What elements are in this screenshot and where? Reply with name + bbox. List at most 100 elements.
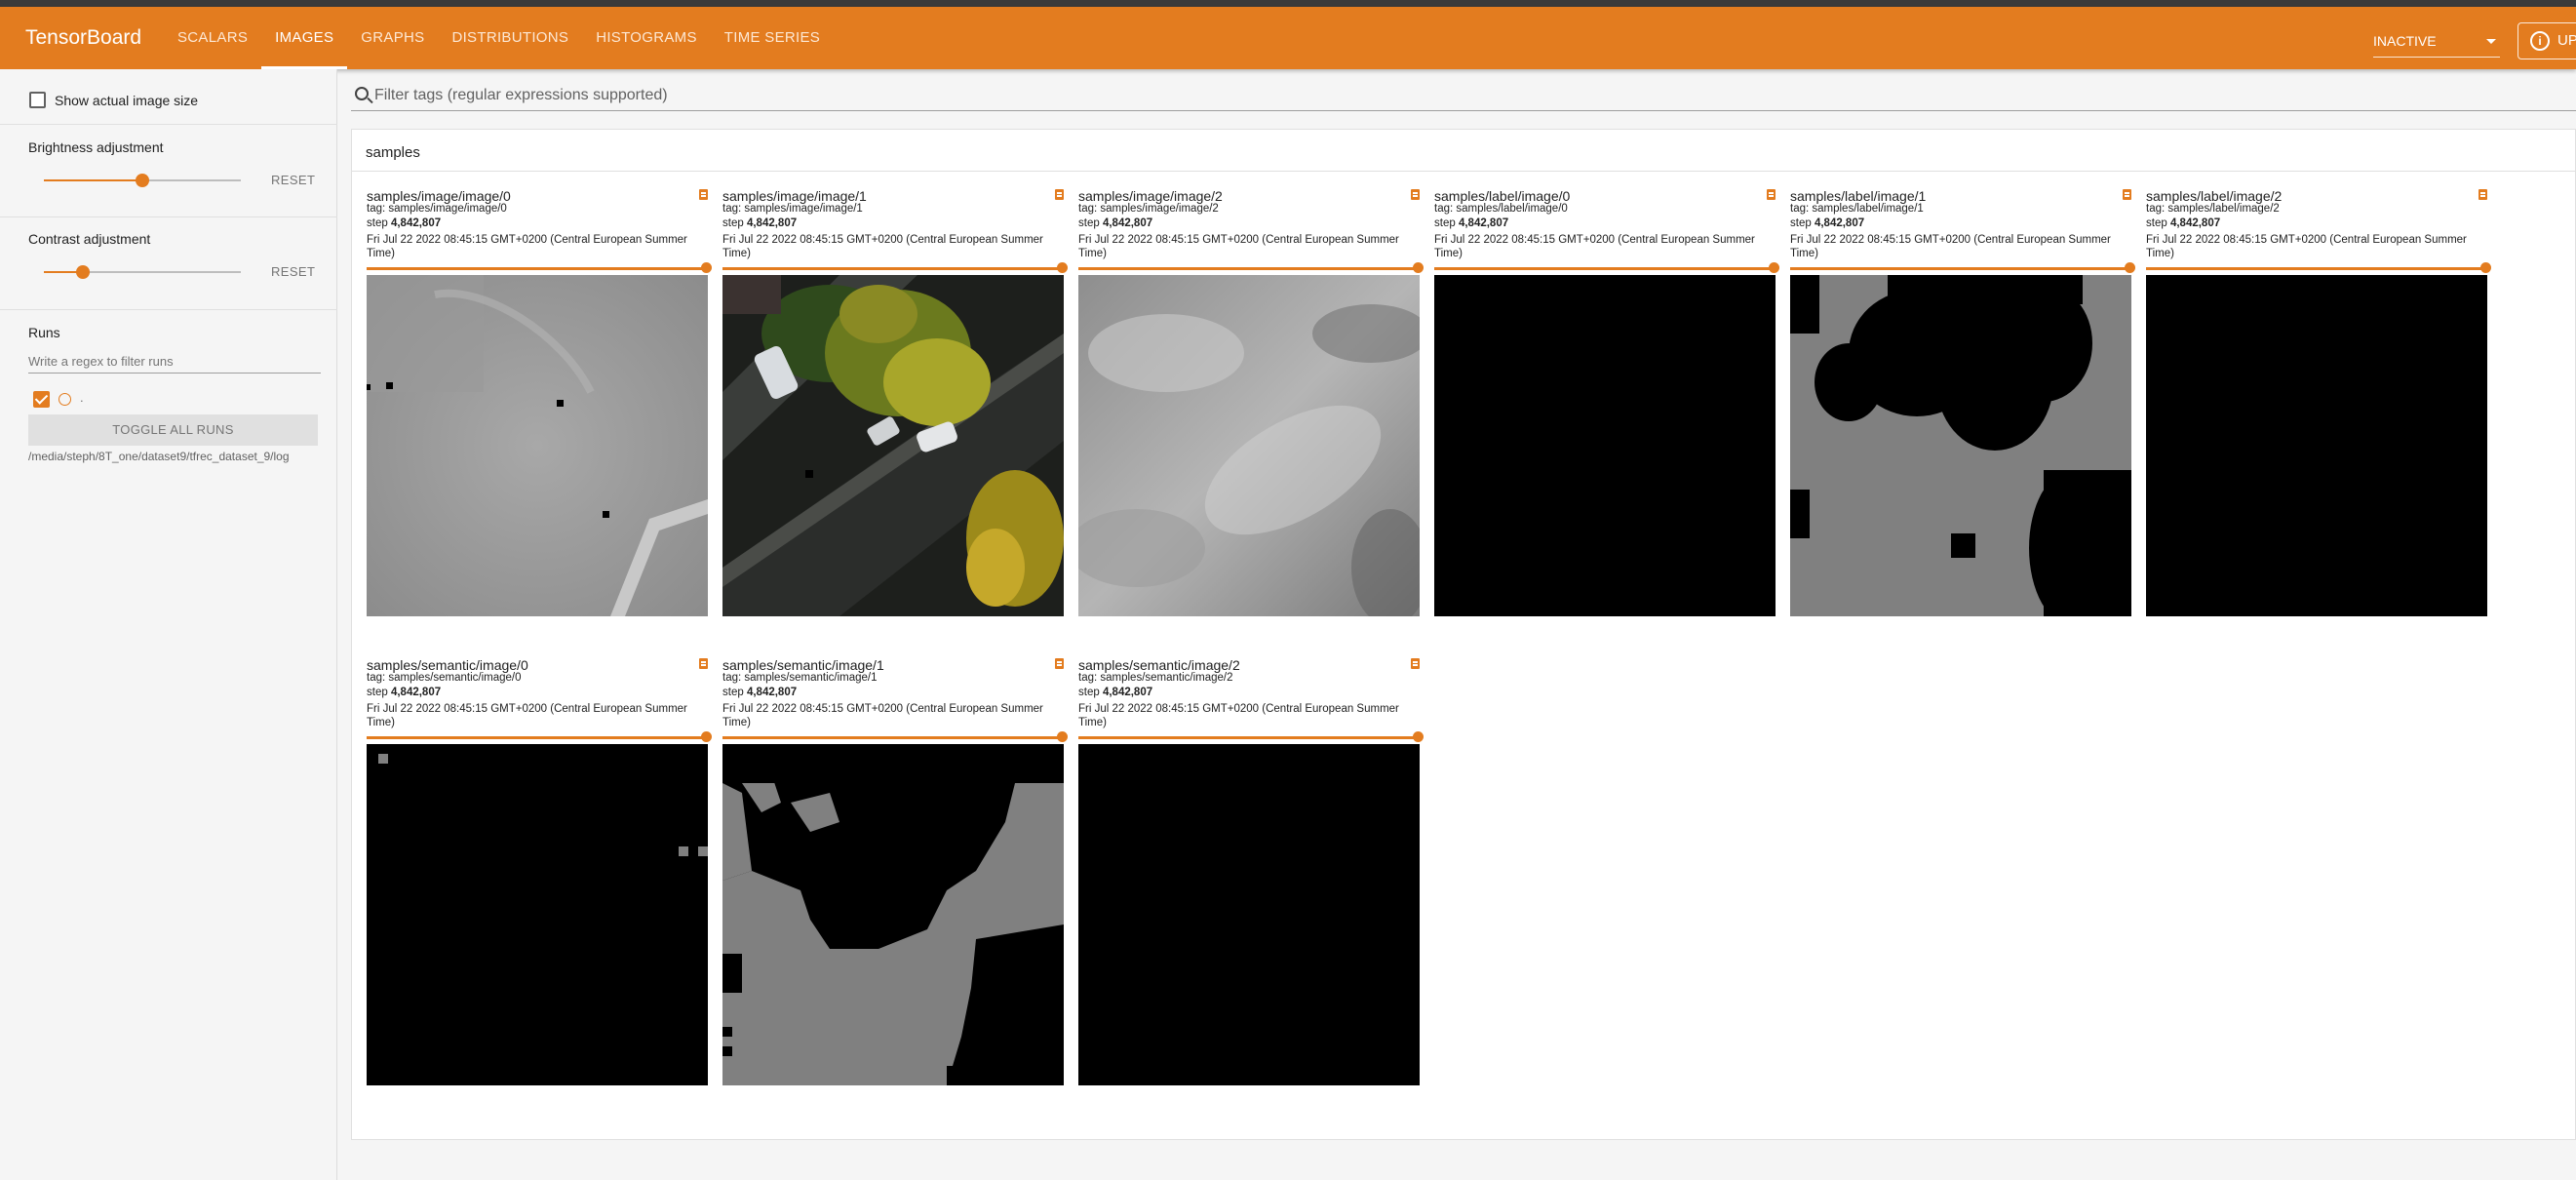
brightness-reset-button[interactable]: RESET — [271, 173, 315, 187]
update-button-label: UP — [2557, 32, 2576, 49]
card-tag: tag: samples/image/image/1 — [722, 203, 863, 215]
pin-icon[interactable] — [1411, 658, 1420, 669]
tab-graphs[interactable]: GRAPHS — [347, 7, 438, 69]
step-slider-thumb[interactable] — [701, 262, 712, 273]
pin-icon[interactable] — [699, 189, 708, 200]
group-title[interactable]: samples — [366, 144, 420, 161]
show-actual-size-checkbox[interactable] — [29, 92, 46, 108]
step-slider-track[interactable] — [1078, 267, 1418, 270]
step-slider-track[interactable] — [1078, 736, 1418, 739]
card-title: samples/semantic/image/0 — [367, 657, 528, 673]
pin-icon[interactable] — [1767, 189, 1776, 200]
sample-image — [1790, 275, 2131, 616]
card-tag: tag: samples/semantic/image/0 — [367, 672, 522, 684]
step-slider-track[interactable] — [722, 736, 1062, 739]
step-label: step — [367, 217, 388, 229]
toggle-all-runs-button[interactable]: TOGGLE ALL RUNS — [28, 414, 318, 446]
pin-icon[interactable] — [2478, 189, 2487, 200]
card-tag: tag: samples/label/image/1 — [1790, 203, 1924, 215]
card-title: samples/image/image/0 — [367, 188, 511, 204]
runs-title: Runs — [28, 325, 60, 340]
pin-icon[interactable] — [1055, 658, 1064, 669]
image-card: samples/label/image/2 tag: samples/label… — [2146, 188, 2491, 627]
image-card: samples/label/image/1 tag: samples/label… — [1790, 188, 2135, 627]
pin-icon[interactable] — [1411, 189, 1420, 200]
step-value: 4,842,807 — [746, 217, 798, 229]
step-slider-thumb[interactable] — [1057, 262, 1068, 273]
step-slider-track[interactable] — [367, 736, 706, 739]
step-slider-track[interactable] — [1790, 267, 2129, 270]
step-slider-thumb[interactable] — [1057, 731, 1068, 742]
step-label: step — [722, 687, 744, 698]
step-label: step — [1434, 217, 1456, 229]
card-title: samples/image/image/1 — [722, 188, 867, 204]
step-slider-thumb[interactable] — [2480, 262, 2491, 273]
pin-icon[interactable] — [2123, 189, 2131, 200]
brightness-label: Brightness adjustment — [28, 139, 164, 155]
tab-histograms[interactable]: HISTOGRAMS — [582, 7, 711, 69]
top-app-bar: TensorBoard SCALARS IMAGES GRAPHS DISTRI… — [0, 7, 2576, 69]
tab-time-series[interactable]: TIME SERIES — [711, 7, 834, 69]
dashboard-tabs: SCALARS IMAGES GRAPHS DISTRIBUTIONS HIST… — [164, 7, 834, 69]
step-slider-thumb[interactable] — [701, 731, 712, 742]
pin-icon[interactable] — [1055, 189, 1064, 200]
card-tag: tag: samples/semantic/image/1 — [722, 672, 878, 684]
step-label: step — [1078, 217, 1100, 229]
step-slider-thumb[interactable] — [1769, 262, 1779, 273]
card-timestamp: Fri Jul 22 2022 08:45:15 GMT+0200 (Centr… — [1078, 234, 1399, 259]
inactive-plugins-select[interactable]: INACTIVE — [2373, 24, 2500, 58]
card-tag: tag: samples/image/image/0 — [367, 203, 507, 215]
images-group-card: samples samples/image/image/0 tag: sampl… — [351, 129, 2576, 1140]
sample-image — [1078, 744, 1420, 1085]
card-step: step 4,842,807 — [1434, 217, 1508, 229]
tab-distributions[interactable]: DISTRIBUTIONS — [438, 7, 582, 69]
update-button[interactable]: i UP — [2517, 22, 2576, 59]
card-timestamp: Fri Jul 22 2022 08:45:15 GMT+0200 (Centr… — [722, 234, 1043, 259]
contrast-reset-button[interactable]: RESET — [271, 264, 315, 279]
run-log-path: /media/steph/8T_one/dataset9/tfrec_datas… — [28, 450, 290, 463]
step-label: step — [1078, 687, 1100, 698]
step-label: step — [1790, 217, 1812, 229]
card-title: samples/label/image/0 — [1434, 188, 1571, 204]
runs-filter-input[interactable] — [28, 350, 321, 374]
brightness-slider-fill — [44, 179, 142, 181]
card-step: step 4,842,807 — [722, 687, 797, 698]
step-slider-thumb[interactable] — [2125, 262, 2135, 273]
tab-scalars[interactable]: SCALARS — [164, 7, 261, 69]
sample-image — [722, 275, 1064, 616]
step-slider-thumb[interactable] — [1413, 731, 1424, 742]
tag-filter-bar[interactable]: Filter tags (regular expressions support… — [351, 82, 2576, 111]
card-timestamp: Fri Jul 22 2022 08:45:15 GMT+0200 (Centr… — [2146, 234, 2467, 259]
window-top-strip — [0, 0, 2576, 7]
step-value: 4,842,807 — [1102, 687, 1153, 698]
contrast-label: Contrast adjustment — [28, 231, 151, 247]
step-slider-track[interactable] — [2146, 267, 2485, 270]
image-card: samples/semantic/image/2 tag: samples/se… — [1078, 657, 1424, 1096]
tag-filter-input[interactable]: Filter tags (regular expressions support… — [374, 87, 668, 104]
run-color-swatch[interactable] — [59, 393, 71, 406]
step-slider-track[interactable] — [722, 267, 1062, 270]
brightness-slider-thumb[interactable] — [136, 174, 149, 187]
chevron-down-icon — [2486, 39, 2496, 44]
pin-icon[interactable] — [699, 658, 708, 669]
step-value: 4,842,807 — [1814, 217, 1865, 229]
image-card: samples/image/image/2 tag: samples/image… — [1078, 188, 1424, 627]
card-tag: tag: samples/image/image/2 — [1078, 203, 1219, 215]
image-card: samples/image/image/0 tag: samples/image… — [367, 188, 712, 627]
step-slider-track[interactable] — [367, 267, 706, 270]
sidebar: Show actual image size Brightness adjust… — [0, 69, 337, 1180]
image-card: samples/image/image/1 tag: samples/image… — [722, 188, 1068, 627]
app-brand: TensorBoard — [25, 26, 142, 49]
card-tag: tag: samples/label/image/0 — [1434, 203, 1568, 215]
tab-images[interactable]: IMAGES — [261, 7, 348, 69]
card-step: step 4,842,807 — [1078, 687, 1152, 698]
card-step: step 4,842,807 — [722, 217, 797, 229]
run-checkbox[interactable] — [33, 391, 50, 408]
search-icon — [355, 87, 369, 100]
contrast-slider-thumb[interactable] — [76, 265, 90, 279]
step-slider-thumb[interactable] — [1413, 262, 1424, 273]
contrast-section: Contrast adjustment RESET — [0, 217, 337, 310]
step-slider-track[interactable] — [1434, 267, 1774, 270]
card-step: step 4,842,807 — [367, 687, 441, 698]
step-value: 4,842,807 — [2169, 217, 2221, 229]
